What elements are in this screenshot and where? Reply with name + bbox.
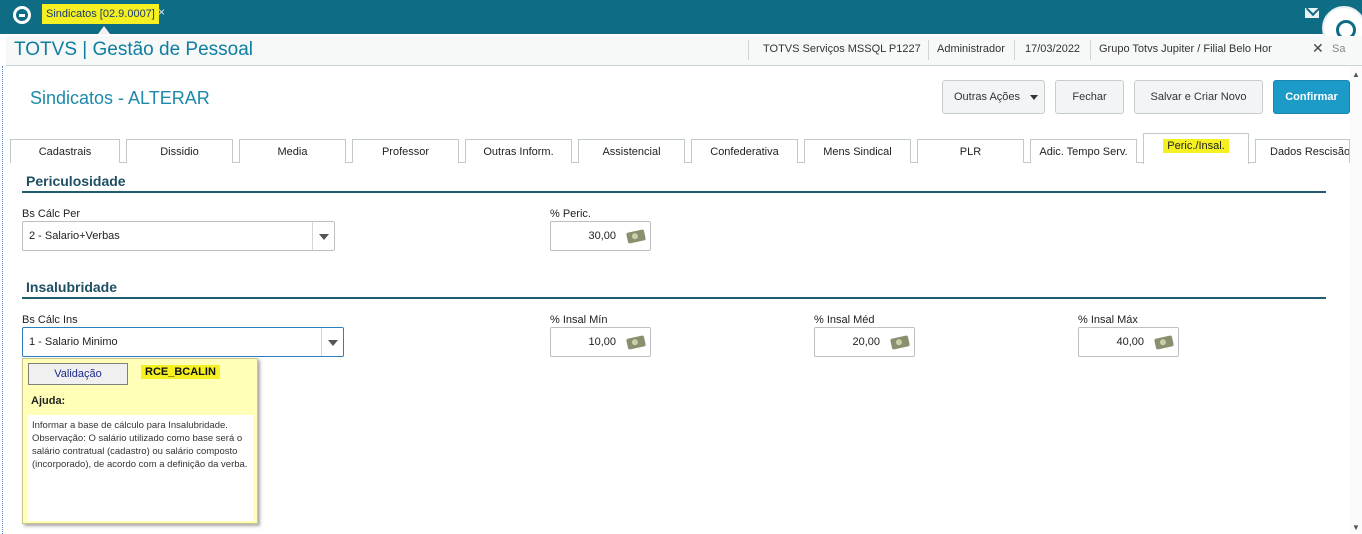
totvs-logo-icon[interactable] <box>13 6 31 24</box>
divider <box>928 40 929 60</box>
insal-min-value: 10,00 <box>588 336 616 348</box>
vertical-scrollbar[interactable]: ▲ ▼ <box>1350 66 1362 534</box>
tab-indicator <box>98 26 110 34</box>
insal-med-input[interactable]: 20,00 <box>814 327 915 357</box>
close-button[interactable]: Fechar <box>1055 80 1124 114</box>
perc-peric-label: % Peric. <box>550 208 591 220</box>
money-icon <box>890 335 910 350</box>
money-icon <box>1154 335 1174 350</box>
tab-dados-rescisao[interactable]: Dados Rescisão <box>1255 139 1350 163</box>
validation-button[interactable]: Validação <box>28 363 128 385</box>
money-icon <box>626 335 646 350</box>
branch-label: Grupo Totvs Jupiter / Filial Belo Hor <box>1099 43 1272 55</box>
insal-max-value: 40,00 <box>1116 336 1144 348</box>
bs-calc-ins-select[interactable]: 1 - Salario Minimo <box>22 327 344 357</box>
section-divider <box>22 191 1326 193</box>
scroll-up-icon[interactable]: ▲ <box>1352 70 1360 79</box>
save-and-new-button[interactable]: Salvar e Criar Novo <box>1134 80 1263 114</box>
help-heading: Ajuda: <box>31 395 66 407</box>
divider <box>1090 40 1091 60</box>
bs-calc-per-select[interactable]: 2 - Salario+Verbas <box>22 221 335 251</box>
other-actions-button[interactable]: Outras Ações <box>942 80 1045 114</box>
other-actions-label: Outras Ações <box>954 91 1021 103</box>
insal-min-label: % Insal Mín <box>550 314 608 326</box>
section-insalubridade-title: Insalubridade <box>26 279 118 295</box>
tab-confederativa[interactable]: Confederativa <box>691 139 798 163</box>
insal-max-input[interactable]: 40,00 <box>1078 327 1179 357</box>
insal-med-label: % Insal Méd <box>814 314 875 326</box>
insal-max-label: % Insal Máx <box>1078 314 1138 326</box>
tab-bar: Cadastrais Dissidio Media Professor Outr… <box>10 133 1350 164</box>
user-label: Administrador <box>937 43 1005 55</box>
tab-peric-insal-label: Peric./Insal. <box>1163 139 1229 153</box>
environment-label: TOTVS Serviços MSSQL P1227 <box>763 43 921 55</box>
tab-peric-insal[interactable]: Peric./Insal. <box>1143 133 1249 164</box>
tab-close-icon[interactable]: × <box>158 5 165 19</box>
date-label: 17/03/2022 <box>1025 43 1081 55</box>
tab-professor[interactable]: Professor <box>352 139 459 163</box>
chevron-down-icon[interactable] <box>321 328 343 356</box>
divider <box>1014 40 1015 60</box>
help-tooltip: Validação RCE_BCALIN Ajuda: Informar a b… <box>22 358 258 524</box>
field-code-label: RCE_BCALIN <box>141 365 220 379</box>
tab-plr[interactable]: PLR <box>917 139 1024 163</box>
scroll-down-icon[interactable]: ▼ <box>1352 523 1360 532</box>
tab-assistencial[interactable]: Assistencial <box>578 139 685 163</box>
app-header: TOTVS | Gestão de Pessoal TOTVS Serviços… <box>6 36 1362 66</box>
bs-calc-per-value: 2 - Salario+Verbas <box>29 230 120 242</box>
tab-cadastrais[interactable]: Cadastrais <box>10 139 120 163</box>
chevron-down-icon <box>1030 95 1038 100</box>
mail-icon[interactable] <box>1305 8 1319 18</box>
confirm-button[interactable]: Confirmar <box>1273 80 1350 114</box>
close-label[interactable]: Sa <box>1332 43 1345 55</box>
tab-dissidio[interactable]: Dissidio <box>126 139 233 163</box>
bs-calc-ins-label: Bs Cálc Ins <box>22 314 78 326</box>
tab-outras-inform[interactable]: Outras Inform. <box>465 139 572 163</box>
page-title: Sindicatos - ALTERAR <box>30 88 210 108</box>
tab-media[interactable]: Media <box>239 139 346 163</box>
perc-peric-input[interactable]: 30,00 <box>550 221 651 251</box>
divider <box>748 40 749 60</box>
bs-calc-per-label: Bs Cálc Per <box>22 208 81 220</box>
perc-peric-value: 30,00 <box>588 230 616 242</box>
money-icon <box>626 229 646 244</box>
tab-mens-sindical[interactable]: Mens Sindical <box>804 139 911 163</box>
bs-calc-ins-value: 1 - Salario Minimo <box>29 336 118 348</box>
close-icon[interactable]: ✕ <box>1312 40 1324 57</box>
section-periculosidade-title: Periculosidade <box>26 173 126 189</box>
tab-adic-tempo-serv[interactable]: Adic. Tempo Serv. <box>1030 139 1137 163</box>
app-title: TOTVS | Gestão de Pessoal <box>14 39 254 60</box>
section-divider <box>22 297 1326 299</box>
help-text: Informar a base de cálculo para Insalubr… <box>27 415 253 521</box>
top-bar: Sindicatos [02.9.0007] × <box>0 0 1362 34</box>
focus-guide <box>2 66 3 534</box>
insal-med-value: 20,00 <box>852 336 880 348</box>
tab-sindicatos[interactable]: Sindicatos [02.9.0007] <box>42 4 159 24</box>
chevron-down-icon[interactable] <box>312 222 334 250</box>
insal-min-input[interactable]: 10,00 <box>550 327 651 357</box>
